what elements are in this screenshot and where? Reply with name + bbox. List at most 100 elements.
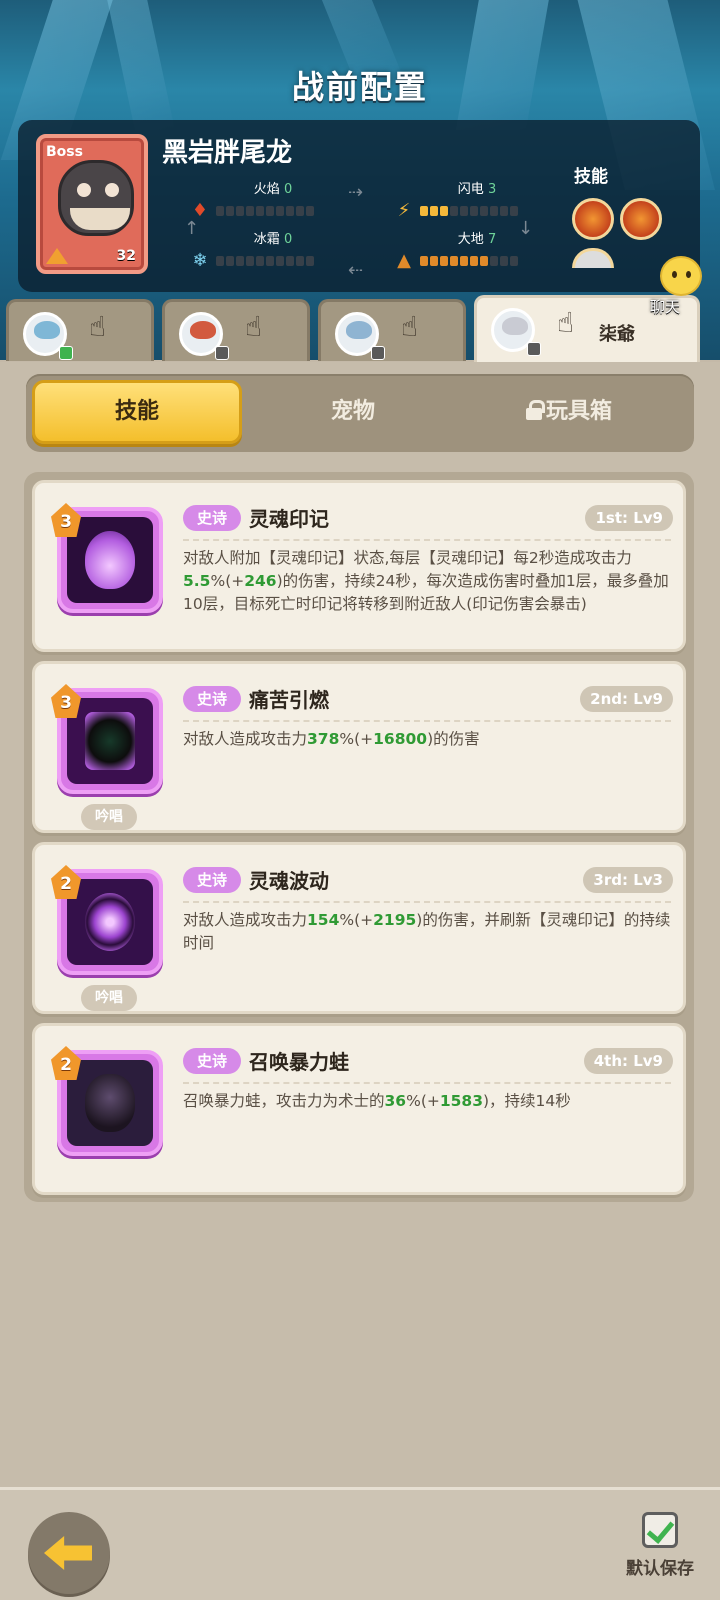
divider <box>183 720 671 722</box>
back-arrow-icon <box>44 1536 92 1570</box>
highlight-value: 16800 <box>373 730 428 748</box>
stat-frost: 冰霜 0 ❄ <box>190 228 330 271</box>
message-badge-icon <box>527 342 541 356</box>
chant-tag: 吟唱 <box>81 985 137 1011</box>
stat-bar <box>216 256 314 266</box>
swap-arrow-icon: ⇠ <box>348 260 364 281</box>
skill-description: 召唤暴力蛙，攻击力为术士的36%(+1583)，持续14秒 <box>183 1092 571 1110</box>
skill-description: 对敌人造成攻击力378%(+16800)的伤害 <box>183 730 480 748</box>
swap-arrow-icon: ⇢ <box>348 182 364 203</box>
stat-segment <box>306 206 314 216</box>
boss-skill-icon[interactable] <box>620 198 662 240</box>
stat-segment <box>266 206 274 216</box>
hero-tab[interactable]: ☝ <box>6 299 154 361</box>
page-title: 战前配置 <box>291 68 428 106</box>
main-panel: 技能 宠物 玩具箱 3 史诗 灵魂印记 1st: Lv9 对敌人附加【灵魂印记】… <box>0 362 720 1487</box>
hand-icon: ☝ <box>557 306 575 339</box>
earth-icon: ▲ <box>397 250 411 271</box>
highlight-value: 378 <box>307 730 340 748</box>
skill-list: 3 史诗 灵魂印记 1st: Lv9 对敌人附加【灵魂印记】状态,每层【灵魂印记… <box>24 472 694 1202</box>
stat-segment <box>236 256 244 266</box>
hero-name: 柒爺 <box>599 324 635 345</box>
stat-segment <box>256 206 264 216</box>
boss-level: 32 <box>116 248 136 264</box>
stat-segment <box>246 206 254 216</box>
skill-card[interactable]: 2 吟唱 史诗 灵魂波动 3rd: Lv3 对敌人造成攻击力154%(+2195… <box>32 842 686 1014</box>
hand-icon: ☝ <box>89 310 107 343</box>
hero-tabs: ☝ ☝ ☝ ☝ 柒爺 <box>0 295 720 365</box>
swap-arrow-icon: ↓ <box>518 218 534 239</box>
stat-segment <box>480 256 488 266</box>
message-badge-icon <box>215 346 229 360</box>
boss-portrait-card[interactable]: Boss 32 <box>36 134 148 274</box>
boss-info-panel: Boss 32 黑岩胖尾龙 火焰 0 ♦ 闪电 3 ⚡ 冰霜 0 ❄ 大地 7 … <box>18 120 700 292</box>
stat-segment <box>246 256 254 266</box>
boss-skill-icon[interactable] <box>572 248 614 268</box>
stat-segment <box>500 206 508 216</box>
highlight-value: 1583 <box>439 1092 483 1110</box>
skill-slot-level: 2nd: Lv9 <box>580 686 673 712</box>
stat-value: 0 <box>283 232 293 247</box>
hero-tab[interactable]: ☝ <box>162 299 310 361</box>
boss-badge: Boss <box>46 144 83 160</box>
stat-segment <box>490 206 498 216</box>
stat-segment <box>430 256 438 266</box>
stat-bar <box>420 206 518 216</box>
stat-segment <box>510 206 518 216</box>
stat-segment <box>430 206 438 216</box>
stat-segment <box>510 256 518 266</box>
soul-wave-icon <box>85 893 135 951</box>
skill-name: 灵魂波动 <box>249 869 329 893</box>
skill-card[interactable]: 3 吟唱 史诗 痛苦引燃 2nd: Lv9 对敌人造成攻击力378%(+1680… <box>32 661 686 833</box>
stat-segment <box>226 206 234 216</box>
stat-segment <box>420 256 428 266</box>
skill-name: 痛苦引燃 <box>249 688 329 712</box>
message-badge-icon <box>371 346 385 360</box>
stat-segment <box>276 256 284 266</box>
pain-ignite-icon <box>85 712 135 770</box>
stat-segment <box>296 206 304 216</box>
stat-lightning: 闪电 3 ⚡ <box>394 178 534 221</box>
category-tabbar: 技能 宠物 玩具箱 <box>26 374 694 452</box>
skill-name: 召唤暴力蛙 <box>249 1050 349 1074</box>
tab-label: 技能 <box>114 399 159 424</box>
tab-pets[interactable]: 宠物 <box>248 380 458 444</box>
stat-segment <box>256 256 264 266</box>
skill-card[interactable]: 2 史诗 召唤暴力蛙 4th: Lv9 召唤暴力蛙，攻击力为术士的36%(+15… <box>32 1023 686 1195</box>
skill-slot-level: 1st: Lv9 <box>585 505 673 531</box>
hero-tab[interactable]: ☝ <box>318 299 466 361</box>
lock-icon <box>525 400 545 420</box>
boss-skill-icon[interactable] <box>572 198 614 240</box>
stat-segment <box>440 206 448 216</box>
snowflake-icon: ❄ <box>192 250 208 271</box>
soul-flame-icon <box>85 531 135 589</box>
skill-slot-level: 3rd: Lv3 <box>583 867 673 893</box>
hand-icon: ☝ <box>401 310 419 343</box>
tab-toybox[interactable]: 玩具箱 <box>464 380 674 444</box>
tab-skills[interactable]: 技能 <box>32 380 242 444</box>
back-button[interactable] <box>28 1512 110 1594</box>
stat-segment <box>266 256 274 266</box>
stat-label: 大地 <box>457 232 484 247</box>
chat-button[interactable]: 聊天 <box>638 256 708 322</box>
stat-segment <box>480 206 488 216</box>
earth-element-icon <box>46 248 68 264</box>
boss-skills-label: 技能 <box>574 167 608 187</box>
stat-segment <box>440 256 448 266</box>
stat-segment <box>226 256 234 266</box>
skill-card[interactable]: 3 史诗 灵魂印记 1st: Lv9 对敌人附加【灵魂印记】状态,每层【灵魂印记… <box>32 480 686 652</box>
stat-segment <box>286 256 294 266</box>
skill-description: 对敌人附加【灵魂印记】状态,每层【灵魂印记】每2秒造成攻击力5.5%(+246)… <box>183 549 669 613</box>
default-save-toggle[interactable]: 默认保存 <box>610 1508 710 1592</box>
checkbox-checked-icon[interactable] <box>642 1512 678 1548</box>
rarity-badge: 史诗 <box>183 867 241 893</box>
stat-segment <box>420 206 428 216</box>
save-label: 默认保存 <box>626 1559 694 1579</box>
skill-description: 对敌人造成攻击力154%(+2195)的伤害，并刷新【灵魂印记】的持续时间 <box>183 911 671 952</box>
stat-segment <box>460 256 468 266</box>
boss-name: 黑岩胖尾龙 <box>162 138 293 168</box>
stat-segment <box>470 256 478 266</box>
stat-label: 火焰 <box>253 182 280 197</box>
chat-label: 聊天 <box>650 298 681 316</box>
frog-icon <box>85 1074 135 1132</box>
